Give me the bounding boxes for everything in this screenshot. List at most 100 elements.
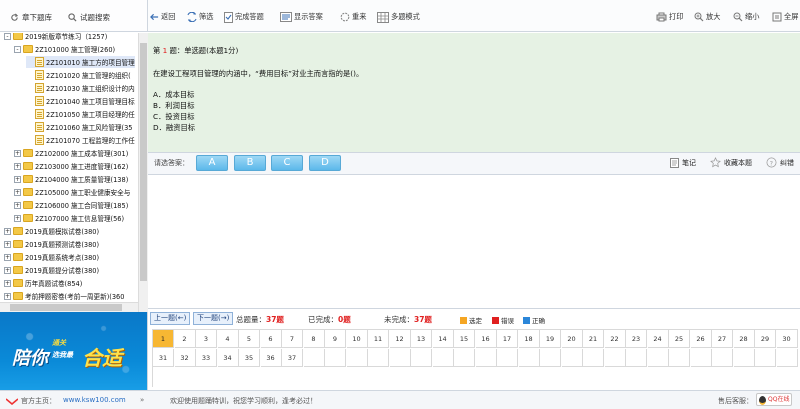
question-number-cell[interactable]: 17: [497, 330, 518, 348]
question-number-cell[interactable]: 11: [368, 330, 389, 348]
expand-icon[interactable]: +: [14, 149, 21, 157]
tree-node[interactable]: +2Z106000 施工合同管理(185): [14, 199, 128, 211]
tree-node[interactable]: 2Z101030 施工组织设计的内: [26, 82, 135, 94]
official-site-link[interactable]: www.ksw100.com: [63, 396, 126, 404]
tree-node[interactable]: +2Z105000 施工职业健康安全与: [14, 186, 130, 198]
favorite-button[interactable]: 收藏本题: [710, 157, 752, 168]
fullscreen-button[interactable]: 全屏: [772, 11, 798, 23]
back-button[interactable]: 返回: [150, 11, 175, 23]
search-questions-button[interactable]: 试题搜索: [68, 11, 110, 23]
expand-icon[interactable]: +: [4, 253, 11, 261]
tree-node[interactable]: 2Z101020 施工管理的组织(: [26, 69, 131, 81]
question-number-cell[interactable]: 7: [282, 330, 303, 348]
question-number-cell[interactable]: 13: [411, 330, 432, 348]
prev-question-button[interactable]: 上一题(←): [150, 312, 191, 325]
question-number-cell[interactable]: 3: [196, 330, 217, 348]
question-number-cell[interactable]: 35: [239, 348, 260, 367]
question-number-cell[interactable]: 21: [583, 330, 604, 348]
tree-node[interactable]: +2Z104000 施工质量管理(138): [14, 173, 128, 185]
answer-c-button[interactable]: C: [271, 155, 303, 171]
question-number-cell[interactable]: 4: [217, 330, 239, 348]
multi-question-mode-button[interactable]: 多题模式: [377, 11, 420, 23]
expand-icon[interactable]: +: [14, 175, 21, 183]
question-number-cell[interactable]: 27: [712, 330, 733, 348]
question-number-cell[interactable]: 8: [303, 330, 325, 348]
answer-a-button[interactable]: A: [196, 155, 228, 171]
question-number-cell[interactable]: 23: [626, 330, 647, 348]
expand-icon[interactable]: +: [14, 188, 21, 196]
question-number-cell[interactable]: 28: [733, 330, 755, 348]
question-number-cell[interactable]: 14: [432, 330, 454, 348]
question-bank-button[interactable]: 章下题库: [10, 11, 52, 23]
question-number-cell[interactable]: 19: [540, 330, 561, 348]
question-number-cell[interactable]: 5: [239, 330, 260, 348]
tree-scroll-thumb[interactable]: [140, 43, 147, 281]
zoom-out-button[interactable]: 缩小: [733, 11, 759, 23]
expand-icon[interactable]: +: [14, 162, 21, 170]
question-number-cell[interactable]: 32: [174, 348, 196, 367]
zoom-in-button[interactable]: 放大: [694, 11, 720, 23]
report-error-button[interactable]: ? 纠错: [766, 157, 794, 168]
expand-icon[interactable]: +: [4, 292, 11, 300]
question-number-cell[interactable]: 31: [153, 348, 174, 367]
question-number-cell[interactable]: 24: [647, 330, 669, 348]
question-number-cell[interactable]: 18: [518, 330, 540, 348]
footer-collapse-icon[interactable]: »: [140, 396, 144, 404]
expand-icon[interactable]: +: [4, 240, 11, 248]
finish-answering-button[interactable]: 完成答题: [224, 11, 264, 23]
question-number-cell[interactable]: 34: [217, 348, 239, 367]
tree-node[interactable]: +2019真题系统考点(380): [4, 251, 99, 263]
question-number-cell[interactable]: 15: [454, 330, 475, 348]
expand-icon[interactable]: +: [14, 201, 21, 209]
redo-button[interactable]: 重来: [340, 11, 366, 23]
question-number-cell[interactable]: 29: [755, 330, 776, 348]
show-answer-button[interactable]: 显示答案: [280, 11, 323, 23]
expand-icon[interactable]: +: [4, 266, 11, 274]
tree-node[interactable]: - 2Z101000 施工管理(260): [14, 43, 115, 55]
question-number-cell[interactable]: 9: [325, 330, 346, 348]
question-number-cell[interactable]: 37: [282, 348, 303, 367]
tree-node[interactable]: + 考前押题密卷(考前一周更新)(360: [4, 290, 124, 302]
tree-node[interactable]: 2Z101050 施工项目经理的任: [26, 108, 135, 120]
notes-button[interactable]: 笔记: [670, 158, 696, 168]
question-number-cell[interactable]: 1: [153, 330, 174, 348]
expand-icon[interactable]: +: [4, 279, 11, 287]
tree-horizontal-scrollbar[interactable]: [0, 302, 138, 312]
tree-node[interactable]: +2019真题模拟试卷(380): [4, 225, 99, 237]
question-number-cell[interactable]: 25: [669, 330, 690, 348]
question-number-cell[interactable]: 2: [174, 330, 196, 348]
expand-icon[interactable]: +: [14, 214, 21, 222]
tree-node[interactable]: + 历年真题试卷(854): [4, 277, 82, 289]
tree-node[interactable]: 2Z101010 施工方的项目管理: [26, 56, 135, 68]
collapse-icon[interactable]: -: [4, 33, 11, 40]
tree-node[interactable]: - 2019新版章节练习（1257): [4, 33, 107, 42]
next-question-button[interactable]: 下一题(→): [193, 312, 234, 325]
tree-node[interactable]: 2Z101060 施工风险管理(35: [26, 121, 133, 133]
tree-node[interactable]: +2Z102000 施工成本管理(301): [14, 147, 128, 159]
print-button[interactable]: 打印: [656, 11, 683, 23]
tree-node[interactable]: 2Z101070 工程监理的工作任: [26, 134, 135, 146]
promo-banner[interactable]: 陪你 通关 选我最 合适: [0, 312, 148, 394]
collapse-icon[interactable]: -: [14, 45, 21, 53]
question-number-cell[interactable]: 33: [196, 348, 217, 367]
expand-icon[interactable]: +: [4, 227, 11, 235]
tree-node[interactable]: +2019真题预测试卷(380): [4, 238, 99, 250]
tree-node[interactable]: +2Z107000 施工信息管理(56): [14, 212, 124, 224]
tree-node[interactable]: +2019真题提分试卷(380): [4, 264, 99, 276]
tree-hscroll-thumb[interactable]: [10, 304, 122, 311]
qq-online-button[interactable]: QQ在线: [756, 393, 792, 406]
question-number-cell[interactable]: 16: [475, 330, 497, 348]
tree-node[interactable]: +2Z103000 施工进度管理(162): [14, 160, 128, 172]
filter-button[interactable]: 筛选: [187, 11, 213, 23]
tree-node[interactable]: 2Z101040 施工项目管理目标: [26, 95, 135, 107]
question-number-cell[interactable]: 10: [346, 330, 368, 348]
question-number-cell[interactable]: 30: [776, 330, 798, 348]
answer-b-button[interactable]: B: [234, 155, 266, 171]
question-number-cell[interactable]: 12: [389, 330, 411, 348]
question-number-cell[interactable]: 22: [604, 330, 626, 348]
question-number-cell[interactable]: 6: [260, 330, 282, 348]
question-number-cell[interactable]: 36: [260, 348, 282, 367]
question-number-cell[interactable]: 20: [561, 330, 583, 348]
answer-d-button[interactable]: D: [309, 155, 341, 171]
question-number-cell[interactable]: 26: [690, 330, 712, 348]
